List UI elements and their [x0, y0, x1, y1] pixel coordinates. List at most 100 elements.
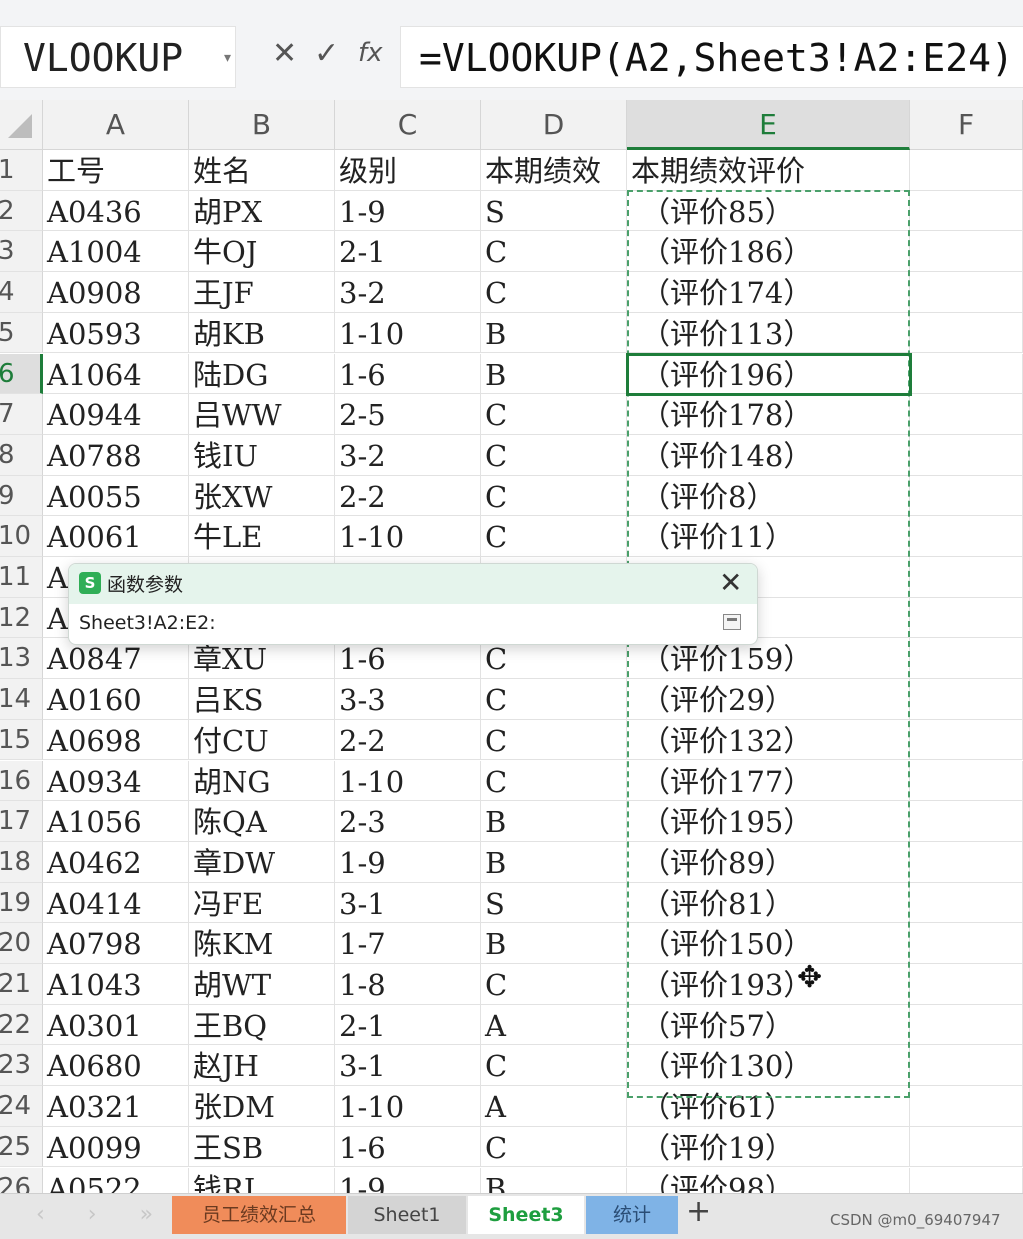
row-header[interactable]: 12 [0, 597, 43, 639]
cell-d[interactable]: 本期绩效 [481, 150, 627, 191]
row-header[interactable]: 14 [0, 679, 43, 720]
cell-b[interactable]: 牛LE [189, 516, 335, 557]
sheet-tab[interactable]: 统计 [586, 1196, 678, 1234]
cell-c[interactable]: 1-10 [335, 760, 481, 802]
cell-c[interactable]: 3-3 [335, 679, 481, 720]
sheet-tab[interactable]: Sheet3 [468, 1196, 584, 1234]
row-header[interactable]: 15 [0, 719, 43, 761]
cell-e[interactable]: （评价8） [627, 475, 910, 517]
add-sheet-button[interactable]: + [686, 1194, 711, 1229]
cell-b[interactable]: 张XW [189, 475, 335, 517]
cell-a[interactable]: A0522 [43, 1167, 189, 1193]
cancel-icon[interactable]: ✕ [272, 36, 297, 71]
cell-e[interactable]: （评价177） [627, 760, 910, 802]
row-header[interactable]: 18 [0, 841, 43, 883]
cell-c[interactable]: 1-8 [335, 964, 481, 1005]
cell-b[interactable]: 胡NG [189, 760, 335, 802]
row-header[interactable]: 7 [0, 394, 43, 435]
name-box-dropdown-icon[interactable]: ▾ [224, 50, 231, 66]
cell-b[interactable]: 张DM [189, 1086, 335, 1127]
cell-a[interactable]: A0798 [43, 923, 189, 964]
cell-d[interactable]: B [481, 923, 627, 964]
cell-e[interactable]: （评价81） [627, 882, 910, 924]
cell-d[interactable]: S [481, 190, 627, 232]
col-header-f[interactable]: F [910, 100, 1023, 150]
cell-b[interactable]: 陈QA [189, 801, 335, 842]
cell-b[interactable]: 王JF [189, 272, 335, 313]
cell-c[interactable]: 1-6 [335, 353, 481, 395]
cell-f[interactable] [910, 394, 1023, 435]
col-header-d[interactable]: D [481, 100, 627, 150]
cell-c[interactable]: 1-9 [335, 841, 481, 883]
cell-e[interactable]: （评价196） [627, 353, 910, 395]
cell-b[interactable]: 王SB [189, 1126, 335, 1168]
cell-a[interactable]: A1056 [43, 801, 189, 842]
cell-a[interactable]: A0593 [43, 312, 189, 354]
row-header[interactable]: 24 [0, 1086, 43, 1127]
sheet-tab[interactable]: 员工绩效汇总 [172, 1196, 346, 1234]
cell-e[interactable]: （评价19） [627, 1126, 910, 1168]
sheet-tab[interactable]: Sheet1 [348, 1196, 466, 1234]
cell-a[interactable]: A1004 [43, 231, 189, 273]
cell-e[interactable]: （评价57） [627, 1004, 910, 1046]
collapse-dialog-icon[interactable] [723, 614, 741, 630]
fx-icon[interactable]: fx [358, 38, 383, 68]
cell-b[interactable]: 付CU [189, 719, 335, 761]
range-input[interactable] [75, 608, 757, 638]
cell-e[interactable]: （评价61） [627, 1086, 910, 1127]
cell-a[interactable]: A0944 [43, 394, 189, 435]
cell-f[interactable] [910, 638, 1023, 680]
tab-nav-arrows-icon[interactable]: ‹ › » [36, 1202, 171, 1227]
cell-a[interactable]: A0055 [43, 475, 189, 517]
cell-c[interactable]: 2-2 [335, 475, 481, 517]
cell-b[interactable]: 胡KB [189, 312, 335, 354]
cell-e[interactable]: （评价130） [627, 1045, 910, 1087]
cell-c[interactable]: 3-2 [335, 272, 481, 313]
cell-c[interactable]: 级别 [335, 150, 481, 191]
cell-f[interactable] [910, 801, 1023, 842]
cell-e[interactable]: （评价89） [627, 841, 910, 883]
cell-f[interactable] [910, 1004, 1023, 1046]
cell-c[interactable]: 1-10 [335, 1086, 481, 1127]
cell-c[interactable]: 2-5 [335, 394, 481, 435]
cell-c[interactable]: 1-6 [335, 1126, 481, 1168]
cell-d[interactable]: B [481, 801, 627, 842]
cell-d[interactable]: C [481, 434, 627, 476]
row-header[interactable]: 5 [0, 312, 43, 354]
cell-c[interactable]: 3-1 [335, 882, 481, 924]
cell-c[interactable]: 2-1 [335, 1004, 481, 1046]
cell-e[interactable]: （评价195） [627, 801, 910, 842]
cell-b[interactable]: 钱IU [189, 434, 335, 476]
cell-c[interactable]: 1-9 [335, 190, 481, 232]
col-header-a[interactable]: A [43, 100, 189, 150]
cell-e[interactable]: （评价113） [627, 312, 910, 354]
cell-b[interactable]: 胡WT [189, 964, 335, 1005]
spreadsheet-grid[interactable]: ABCDEF1工号姓名级别本期绩效本期绩效评价2A0436胡PX1-9S（评价8… [0, 100, 1023, 1193]
col-header-c[interactable]: C [335, 100, 481, 150]
cell-e[interactable]: （评价98） [627, 1167, 910, 1193]
function-args-dialog[interactable]: S 函数参数 ✕ [68, 563, 758, 645]
row-header[interactable]: 3 [0, 231, 43, 273]
row-header[interactable]: 13 [0, 638, 43, 680]
cell-a[interactable]: A1064 [43, 353, 189, 395]
row-header[interactable]: 8 [0, 434, 43, 476]
cell-f[interactable] [910, 923, 1023, 964]
row-header[interactable]: 10 [0, 516, 43, 557]
cell-f[interactable] [910, 882, 1023, 924]
cell-a[interactable]: 工号 [43, 150, 189, 191]
cell-e[interactable]: （评价132） [627, 719, 910, 761]
cell-b[interactable]: 牛OJ [189, 231, 335, 273]
row-header[interactable]: 23 [0, 1045, 43, 1087]
cell-c[interactable]: 2-3 [335, 801, 481, 842]
cell-b[interactable]: 赵JH [189, 1045, 335, 1087]
confirm-icon[interactable]: ✓ [314, 36, 339, 71]
cell-e[interactable]: （评价85） [627, 190, 910, 232]
row-header[interactable]: 4 [0, 272, 43, 313]
cell-a[interactable]: A0698 [43, 719, 189, 761]
select-all-corner[interactable] [0, 100, 43, 150]
cell-e[interactable]: （评价29） [627, 679, 910, 720]
cell-b[interactable]: 章DW [189, 841, 335, 883]
row-header[interactable]: 26 [0, 1167, 43, 1193]
formula-input[interactable]: =VLOOKUP(A2,Sheet3!A2:E24) [400, 26, 1023, 88]
cell-f[interactable] [910, 841, 1023, 883]
